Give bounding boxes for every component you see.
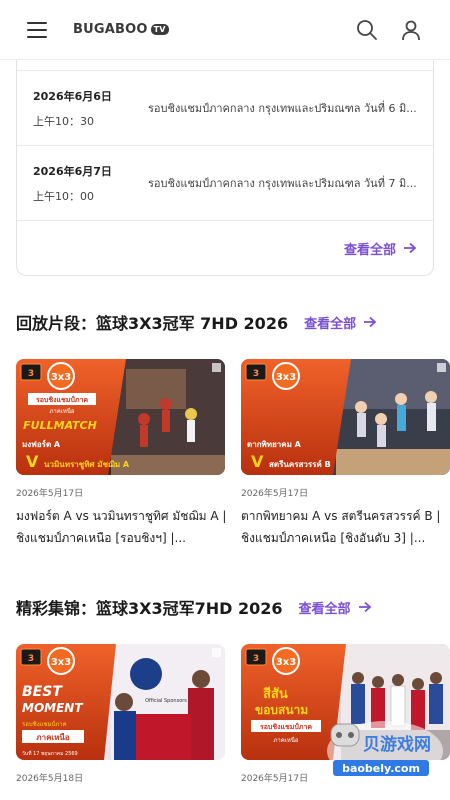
arrow-right-icon <box>364 316 377 328</box>
highlights-section-header: 精彩集锦：篮球3X3冠军7HD 2026 查看全部 <box>16 595 372 619</box>
schedule-row[interactable]: 2026年6月6日 上午10：30 รอบชิงแชมป์ภาคกลาง กรุ… <box>17 71 433 146</box>
video-thumbnail[interactable]: Official Sponsors 3 3x3 BEST MOMENT รอบช… <box>16 644 225 760</box>
thumb-tag1: BEST <box>22 684 63 700</box>
svg-text:V: V <box>26 452 39 471</box>
thumb-line1: สีสัน <box>263 686 288 702</box>
thumb-team2: สตรีนครสวรรค์ B <box>269 459 331 469</box>
section-title: 回放片段：篮球3X3冠军 7HD 2026 <box>16 314 289 333</box>
search-icon[interactable] <box>355 18 379 42</box>
video-title[interactable]: ตากพิทยาคม A vs สตรีนครสวรรค์ B |ชิงแชมป… <box>241 505 450 549</box>
schedule-list: 2026年6月6日 上午10：30 รอบชิงแชมป์ภาคกลาง กรุ… <box>16 60 434 276</box>
logo-text: BUGABOO <box>73 22 148 37</box>
schedule-view-all-link[interactable]: 查看全部 <box>344 239 417 258</box>
thumb-team2: นวมินทราชูทิศ มัชฌิม A <box>44 460 130 470</box>
watermark-text: 贝游戏网 <box>363 734 431 755</box>
svg-text:3: 3 <box>253 654 259 664</box>
svg-text:3x3: 3x3 <box>51 657 71 668</box>
video-thumbnail[interactable]: 3 3x3 ตากพิทยาคม A V สตรีนครสวรรค์ B <box>241 359 450 475</box>
svg-text:V: V <box>251 452 264 471</box>
thumb-tag2: MOMENT <box>22 701 83 715</box>
svg-text:3x3: 3x3 <box>276 657 296 668</box>
video-thumbnail[interactable]: 3 3x3 รอบชิงแชมป์ภาค ภาคเหนือ FULLMATCH … <box>16 359 225 475</box>
thumb-line2: ขอบสนาม <box>255 703 308 717</box>
hamburger-menu-icon[interactable] <box>27 18 51 42</box>
replay-view-all-link[interactable]: 查看全部 <box>304 313 377 332</box>
video-date: 2026年5月18日 <box>16 774 84 784</box>
video-card[interactable]: 3 3x3 รอบชิงแชมป์ภาค ภาคเหนือ FULLMATCH … <box>16 359 228 549</box>
video-date: 2026年5月17日 <box>241 489 309 499</box>
schedule-date: 2026年6月7日 <box>33 164 112 178</box>
thumb-tag: FULLMATCH <box>23 419 97 432</box>
video-title[interactable]: มงฟอร์ต A vs นวมินทราชูทิศ มัชฌิม A |ชิง… <box>16 505 228 549</box>
thumb-banner: รอบชิงแชมป์ภาค <box>22 720 67 728</box>
view-all-label: 查看全部 <box>343 242 396 258</box>
svg-text:3: 3 <box>28 654 34 664</box>
bugaboo-tv-logo[interactable]: BUGABOO TV <box>73 22 169 37</box>
video-card[interactable]: Official Sponsors 3 3x3 BEST MOMENT รอบช… <box>16 644 225 784</box>
thumb-sponsor: Official Sponsors <box>145 698 187 704</box>
video-card[interactable]: 3 3x3 ตากพิทยาคม A V สตรีนครสวรรค์ B 202… <box>241 359 450 549</box>
highlights-view-all-link[interactable]: 查看全部 <box>299 598 372 617</box>
schedule-title: รอบชิงแชมป์ภาคกลาง กรุงเทพและปริมณฑล วัน… <box>148 102 417 115</box>
thumb-team1: มงฟอร์ต A <box>22 439 61 449</box>
thumb-region: ภาคเหนือ <box>49 407 74 415</box>
logo-badge: TV <box>150 24 169 35</box>
top-bar: BUGABOO TV <box>0 0 450 60</box>
svg-text:3: 3 <box>28 369 34 379</box>
site-watermark: 贝游戏网 baobely.com <box>325 706 445 786</box>
thumb-region: ภาคเหนือ <box>273 736 298 744</box>
arrow-right-icon <box>358 601 371 613</box>
thumb-region: ภาคเหนือ <box>36 732 70 742</box>
thumb-banner: รอบชิงแชมป์ภาค <box>36 395 88 404</box>
svg-text:3x3: 3x3 <box>51 372 71 383</box>
svg-text:3: 3 <box>253 369 259 379</box>
schedule-time: 上午10：30 <box>33 114 94 128</box>
svg-text:3x3: 3x3 <box>276 372 296 383</box>
user-icon[interactable] <box>399 18 423 42</box>
view-all-label: 查看全部 <box>298 601 351 617</box>
arrow-right-icon <box>404 242 417 254</box>
thumb-banner: รอบชิงแชมป์ภาค <box>260 722 312 731</box>
video-date: 2026年5月17日 <box>16 489 84 499</box>
schedule-date: 2026年6月6日 <box>33 89 112 103</box>
thumb-caption: วันที่ 17 พฤษภาคม 2569 <box>22 750 78 757</box>
section-title: 精彩集锦：篮球3X3冠军7HD 2026 <box>16 599 283 618</box>
thumb-team1: ตากพิทยาคม A <box>247 440 302 449</box>
schedule-title: รอบชิงแชมป์ภาคกลาง กรุงเทพและปริมณฑล วัน… <box>148 177 417 190</box>
watermark-url: baobely.com <box>342 762 420 775</box>
schedule-row[interactable]: 2026年6月7日 上午10：00 รอบชิงแชมป์ภาคกลาง กรุ… <box>17 146 433 221</box>
schedule-time: 上午10：00 <box>33 189 94 203</box>
replay-section-header: 回放片段：篮球3X3冠军 7HD 2026 查看全部 <box>16 310 377 334</box>
view-all-label: 查看全部 <box>304 316 357 332</box>
